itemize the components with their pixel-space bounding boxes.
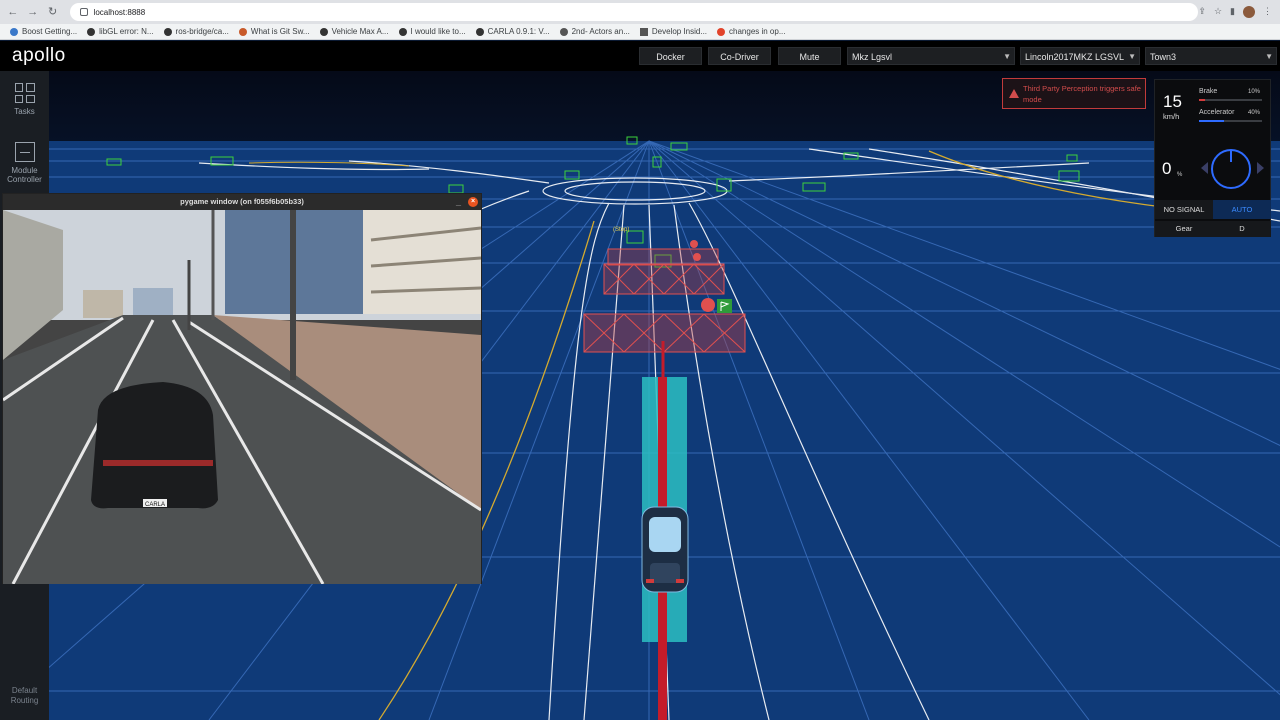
browser-toolbar: ← → ↻ localhost:8888 ⇪ ☆ ▮ ⋮ bbox=[0, 0, 1280, 24]
gitlab-icon bbox=[717, 27, 726, 36]
reload-icon[interactable]: ↻ bbox=[46, 5, 60, 19]
accelerator-label: Accelerator bbox=[1199, 109, 1235, 116]
mute-button[interactable]: Mute bbox=[778, 47, 841, 65]
steering-value: 0 bbox=[1162, 159, 1172, 178]
site-info-icon[interactable] bbox=[79, 8, 88, 16]
bookmark-item[interactable]: libGL error: N... bbox=[87, 27, 154, 36]
signal-status: NO SIGNAL bbox=[1155, 200, 1213, 219]
docker-version-button[interactable]: Docker Version bbox=[639, 47, 702, 80]
ego-car: CARLA bbox=[91, 382, 218, 509]
share-icon[interactable]: ⇪ bbox=[1198, 6, 1206, 18]
forward-icon[interactable]: → bbox=[26, 5, 40, 19]
pygame-title: pygame window (on f055f6b05b33) bbox=[180, 197, 304, 206]
steering-unit: % bbox=[1177, 172, 1183, 178]
sidepanel-icon[interactable]: ▮ bbox=[1230, 6, 1235, 18]
puzzle-icon bbox=[10, 27, 18, 36]
site-icon bbox=[238, 27, 247, 36]
chevron-down-icon: ▼ bbox=[1265, 52, 1273, 61]
menu-icon[interactable]: ⋮ bbox=[1263, 6, 1272, 18]
brake-bar-fill bbox=[1199, 99, 1206, 101]
obstacle-tag: (Stop) bbox=[613, 227, 629, 233]
bookmark-item[interactable]: Develop Insid... bbox=[639, 27, 707, 36]
module-icon bbox=[14, 142, 35, 162]
wall-left bbox=[3, 210, 63, 360]
bookmark-item[interactable]: changes in op... bbox=[717, 27, 786, 36]
turn-left-icon bbox=[1201, 162, 1208, 174]
github-icon bbox=[398, 27, 407, 36]
apollo-logo: apollo bbox=[12, 45, 66, 66]
drive-mode-badge: AUTO bbox=[1213, 200, 1271, 219]
ego-vehicle bbox=[641, 506, 689, 593]
vehicle-select[interactable]: Lincoln2017MKZ LGSVL ▼ bbox=[1020, 47, 1140, 65]
camera-view: CARLA bbox=[3, 210, 481, 584]
doc-icon bbox=[639, 27, 648, 36]
bookmark-item[interactable]: Boost Getting... bbox=[10, 27, 77, 36]
minimize-icon[interactable]: _ bbox=[456, 194, 461, 210]
brake-percent: 10% bbox=[1247, 89, 1260, 95]
chevron-down-icon: ▼ bbox=[1128, 52, 1136, 61]
camera-svg: CARLA bbox=[3, 210, 481, 584]
bookmark-item[interactable]: ros-bridge/ca... bbox=[163, 27, 229, 36]
bookmark-item[interactable]: Vehicle Max A... bbox=[319, 27, 389, 36]
map-select[interactable]: Town3 ▼ bbox=[1145, 47, 1277, 65]
bookmark-item[interactable]: 2nd- Actors an... bbox=[559, 27, 630, 36]
github-icon bbox=[87, 27, 96, 36]
speed-unit: km/h bbox=[1163, 112, 1180, 121]
chevron-down-icon: ▼ bbox=[1003, 52, 1011, 61]
stop-sign-icon bbox=[701, 298, 715, 312]
address-bar[interactable]: localhost:8888 bbox=[69, 3, 1199, 21]
pygame-titlebar[interactable]: pygame window (on f055f6b05b33) _ × bbox=[3, 194, 481, 210]
accelerator-percent: 40% bbox=[1247, 110, 1260, 116]
turn-right-icon bbox=[1257, 162, 1264, 174]
github-icon bbox=[475, 27, 484, 36]
doc-icon bbox=[559, 27, 568, 36]
back-icon[interactable]: ← bbox=[6, 5, 20, 19]
default-routing-button[interactable]: Default Routing bbox=[0, 686, 49, 706]
accelerator-bar-fill bbox=[1199, 120, 1225, 122]
brake-bar bbox=[1199, 99, 1262, 101]
sidebar-item-tasks[interactable]: Tasks bbox=[0, 83, 49, 116]
profile-avatar[interactable] bbox=[1243, 6, 1255, 18]
star-icon[interactable]: ☆ bbox=[1214, 6, 1222, 18]
steering-wheel-icon bbox=[1211, 149, 1251, 189]
bookmarks-bar: Boost Getting... libGL error: N... ros-b… bbox=[0, 24, 1280, 40]
co-driver-button[interactable]: Co-Driver bbox=[708, 47, 771, 65]
brake-label: Brake bbox=[1199, 88, 1218, 95]
status-dashboard: 15 km/h Brake 10% Accelerator 40% 0 % NO… bbox=[1154, 79, 1271, 237]
speed-value: 15 bbox=[1163, 92, 1182, 111]
sidebar-item-module-controller[interactable]: Module Controller bbox=[0, 142, 49, 184]
license-plate: CARLA bbox=[145, 502, 165, 508]
pygame-window[interactable]: pygame window (on f055f6b05b33) _ × CARL… bbox=[2, 193, 482, 584]
bookmark-item[interactable]: I would like to... bbox=[398, 27, 466, 36]
warning-icon bbox=[1009, 89, 1019, 98]
gear-value: D bbox=[1213, 221, 1271, 237]
mode-select[interactable]: Mkz Lgsvl ▼ bbox=[847, 47, 1015, 65]
github-icon bbox=[319, 27, 328, 36]
gear-label: Gear bbox=[1155, 221, 1213, 237]
close-icon[interactable]: × bbox=[468, 197, 478, 207]
url-text: localhost:8888 bbox=[93, 7, 146, 17]
accelerator-bar bbox=[1199, 120, 1262, 122]
bookmark-item[interactable]: CARLA 0.9.1: V... bbox=[475, 27, 550, 36]
bookmark-item[interactable]: What is Git Sw... bbox=[238, 27, 310, 36]
grid-icon bbox=[14, 83, 35, 103]
safe-mode-warning: Third Party Perception triggers safe mod… bbox=[1002, 78, 1146, 109]
github-icon bbox=[163, 27, 172, 36]
